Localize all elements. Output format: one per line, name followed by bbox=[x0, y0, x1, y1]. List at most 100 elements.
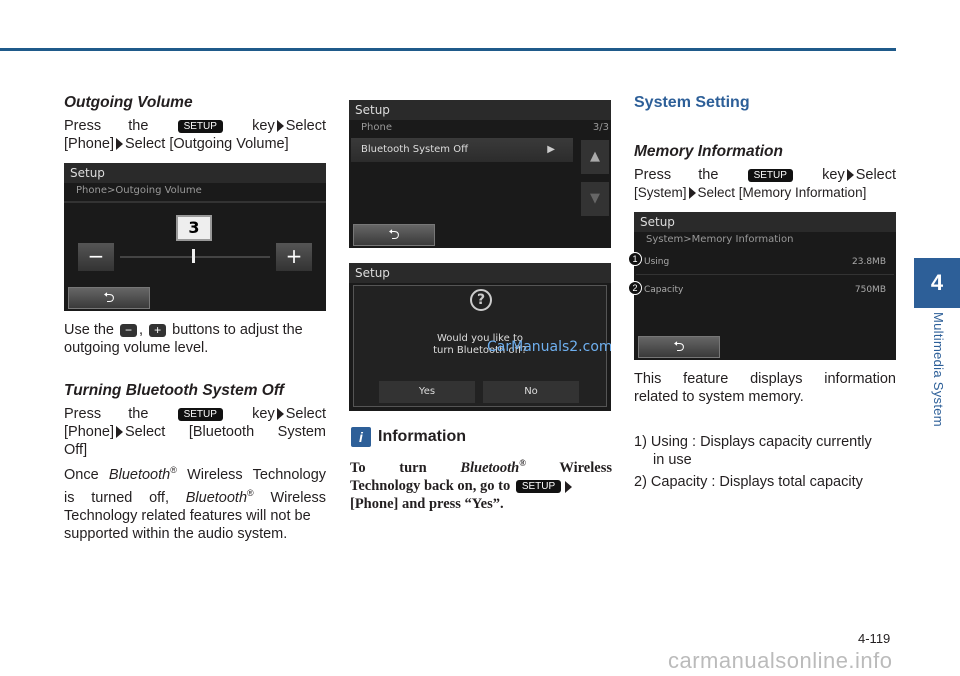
setup-key-icon: SETUP bbox=[515, 480, 562, 493]
text: Press the bbox=[64, 118, 149, 134]
bt-instruction-line2: [Phone] Select [Bluetooth System bbox=[64, 423, 326, 441]
back-button[interactable]: ⮌ bbox=[68, 287, 150, 309]
memory-instruction-line2: [System] Select [Memory Information] bbox=[634, 184, 896, 202]
text: Technology related features will not be bbox=[64, 507, 311, 524]
outgoing-instruction-line1: Press the SETUP key Select bbox=[64, 117, 326, 135]
chapter-label: Multimedia System bbox=[931, 312, 946, 427]
text: Bluetooth bbox=[108, 466, 171, 483]
screenshot-outgoing-volume: Setup Phone>Outgoing Volume 3 − + ⮌ bbox=[64, 163, 326, 311]
text: 1) Using : Displays capacity currently bbox=[634, 434, 872, 450]
text: outgoing volume level. bbox=[64, 340, 209, 356]
text: Once bbox=[64, 466, 99, 483]
use-buttons-text: Use the −, + buttons to adjust the outgoi… bbox=[64, 321, 326, 357]
arrow-right-icon bbox=[846, 169, 854, 182]
text: Use the bbox=[64, 322, 114, 338]
screenshot-bt-menu: Setup Phone 3/3 Bluetooth System Off ▶ ▲ … bbox=[349, 100, 611, 248]
volume-slider-thumb[interactable] bbox=[192, 249, 195, 263]
info-body: To turn Bluetooth® Wireless Technology b… bbox=[350, 454, 612, 513]
text: Select [Memory Information] bbox=[697, 185, 867, 200]
text: supported within the audio system. bbox=[64, 525, 288, 542]
bt-instruction-line3: Off] bbox=[64, 442, 88, 458]
arrow-right-icon bbox=[276, 120, 284, 133]
heading-system-setting: System Setting bbox=[634, 94, 750, 111]
page-number: 4-119 bbox=[858, 631, 891, 646]
text: Bluetooth bbox=[185, 489, 248, 506]
divider bbox=[636, 274, 894, 275]
text: Bluetooth System Off bbox=[361, 144, 468, 155]
using-label: Using bbox=[644, 257, 670, 267]
info-icon: i bbox=[351, 427, 371, 447]
header-rule bbox=[0, 48, 896, 51]
text: Select bbox=[285, 118, 327, 134]
screen-title: Setup bbox=[634, 212, 896, 232]
screen-subtitle: Phone>Outgoing Volume bbox=[76, 185, 202, 196]
text: Press the bbox=[634, 167, 719, 183]
no-button[interactable]: No bbox=[483, 381, 579, 403]
list-item-capacity: 2) Capacity : Displays total capacity bbox=[634, 474, 863, 490]
divider bbox=[64, 201, 326, 203]
bt-instruction-line1: Press the SETUP key Select bbox=[64, 405, 326, 423]
text: ® bbox=[170, 465, 177, 475]
chapter-tab: 4 bbox=[914, 258, 960, 308]
arrow-right-icon bbox=[565, 480, 573, 493]
screenshot-bt-confirm: Setup ? Would you like to turn Bluetooth … bbox=[349, 263, 611, 411]
text: Wireless bbox=[270, 489, 327, 506]
arrow-right-icon bbox=[276, 408, 284, 421]
text: Select bbox=[855, 167, 897, 183]
text: Select bbox=[285, 406, 327, 422]
text: key bbox=[252, 406, 275, 422]
plus-icon: + bbox=[149, 323, 167, 337]
yes-button[interactable]: Yes bbox=[379, 381, 475, 403]
scroll-down-button[interactable]: ▼ bbox=[581, 182, 609, 216]
arrow-right-icon bbox=[116, 426, 123, 439]
text: Bluetooth bbox=[460, 459, 520, 476]
arrow-right-icon bbox=[116, 138, 123, 151]
text: [Phone] bbox=[64, 136, 114, 152]
bt-note: Once Bluetooth® Wireless Technology is t… bbox=[64, 461, 326, 543]
screen-title: Setup bbox=[349, 263, 611, 283]
text: , bbox=[139, 322, 144, 338]
back-button[interactable]: ⮌ bbox=[638, 336, 720, 358]
chevron-right-icon: ▶ bbox=[547, 144, 555, 155]
volume-plus-button[interactable]: + bbox=[276, 243, 312, 271]
text: Wireless Technology bbox=[187, 466, 327, 483]
text: buttons to adjust the bbox=[172, 322, 303, 338]
watermark: carmanualsonline.info bbox=[668, 648, 893, 673]
arrow-right-icon bbox=[688, 187, 696, 200]
text: [System] bbox=[634, 185, 687, 200]
memory-instruction-line1: Press the SETUP key Select bbox=[634, 166, 896, 184]
volume-value: 3 bbox=[176, 215, 212, 241]
text: ® bbox=[247, 487, 254, 498]
text: ® bbox=[519, 458, 526, 468]
back-button[interactable]: ⮌ bbox=[353, 224, 435, 246]
capacity-value: 750MB bbox=[854, 285, 886, 295]
screenshot-memory-info: Setup System>Memory Information Using 23… bbox=[634, 212, 896, 360]
heading-memory-info: Memory Information bbox=[634, 143, 783, 160]
outgoing-instruction-line2: [Phone] Select [Outgoing Volume] bbox=[64, 135, 326, 153]
scroll-up-button[interactable]: ▲ bbox=[581, 140, 609, 174]
info-title: Information bbox=[378, 428, 466, 445]
text: key bbox=[252, 118, 275, 134]
screen-title: Setup bbox=[349, 100, 611, 120]
heading-outgoing-volume: Outgoing Volume bbox=[64, 94, 193, 111]
capacity-label: Capacity bbox=[644, 285, 684, 295]
setup-key-icon: SETUP bbox=[747, 168, 793, 182]
text: Select [Outgoing Volume] bbox=[125, 136, 289, 152]
text: To turn bbox=[350, 459, 427, 476]
text: [Phone] and press “Yes”. bbox=[350, 495, 504, 512]
text: is turned off, bbox=[64, 489, 169, 506]
callout-2: 2 bbox=[628, 281, 642, 295]
text: key bbox=[822, 167, 845, 183]
watermark: CarManuals2.com bbox=[487, 339, 611, 355]
volume-minus-button[interactable]: − bbox=[78, 243, 114, 271]
menu-item-bt-off[interactable]: Bluetooth System Off ▶ bbox=[351, 138, 573, 162]
setup-key-icon: SETUP bbox=[177, 407, 223, 421]
using-value: 23.8MB bbox=[852, 257, 886, 267]
heading-bluetooth-off: Turning Bluetooth System Off bbox=[64, 382, 284, 399]
screen-title: Setup bbox=[64, 163, 326, 183]
minus-icon: − bbox=[120, 323, 138, 337]
text: Wireless bbox=[559, 459, 612, 476]
callout-1: 1 bbox=[628, 252, 642, 266]
text: [Phone] bbox=[64, 424, 114, 440]
setup-key-icon: SETUP bbox=[177, 119, 223, 133]
